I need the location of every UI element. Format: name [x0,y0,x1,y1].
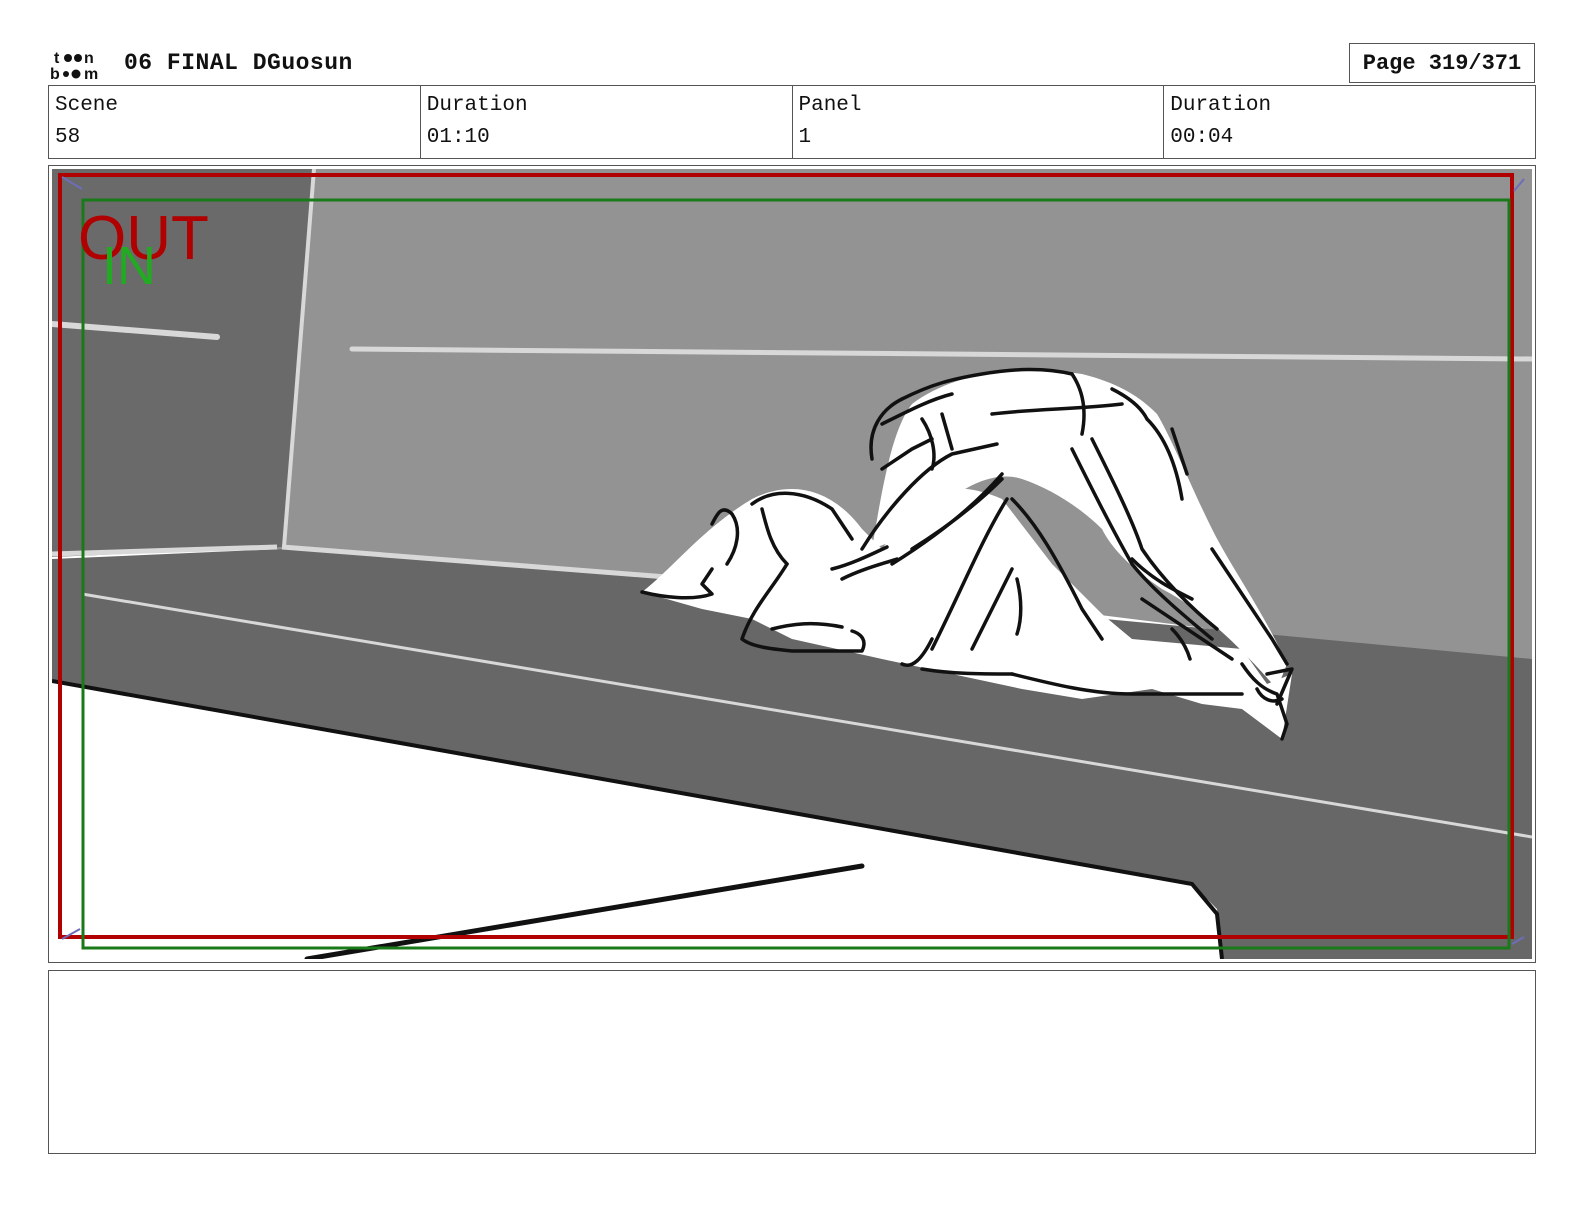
svg-text:n: n [84,50,94,67]
scene-duration-label: Duration [426,94,528,117]
panel-duration-value: 00:04 [1170,126,1234,149]
page-indicator: Page 319/371 [1349,43,1535,83]
storyboard-panel: OUT IN [48,165,1536,963]
scene-cell: Scene 58 [49,86,421,158]
panel-value: 1 [798,126,812,149]
panel-label: Panel [798,94,862,117]
svg-text:m: m [84,66,98,82]
panel-duration-cell: Duration 00:04 [1164,86,1535,158]
panel-drawing: OUT IN [52,169,1532,959]
svg-text:b: b [50,66,60,82]
scene-label: Scene [55,94,119,117]
scene-value: 58 [55,126,81,149]
svg-text:t: t [54,50,60,67]
panel-cell: Panel 1 [793,86,1165,158]
scene-duration-cell: Duration 01:10 [421,86,793,158]
panel-notes-box [48,970,1536,1154]
panel-duration-label: Duration [1170,94,1272,117]
scene-info-table: Scene 58 Duration 01:10 Panel 1 Duration… [48,85,1536,159]
scene-duration-value: 01:10 [426,126,490,149]
toon-boom-logo: t n b m [50,50,98,82]
document-title: 06 FINAL DGuosun [124,50,353,76]
in-frame-label: IN [102,236,156,296]
